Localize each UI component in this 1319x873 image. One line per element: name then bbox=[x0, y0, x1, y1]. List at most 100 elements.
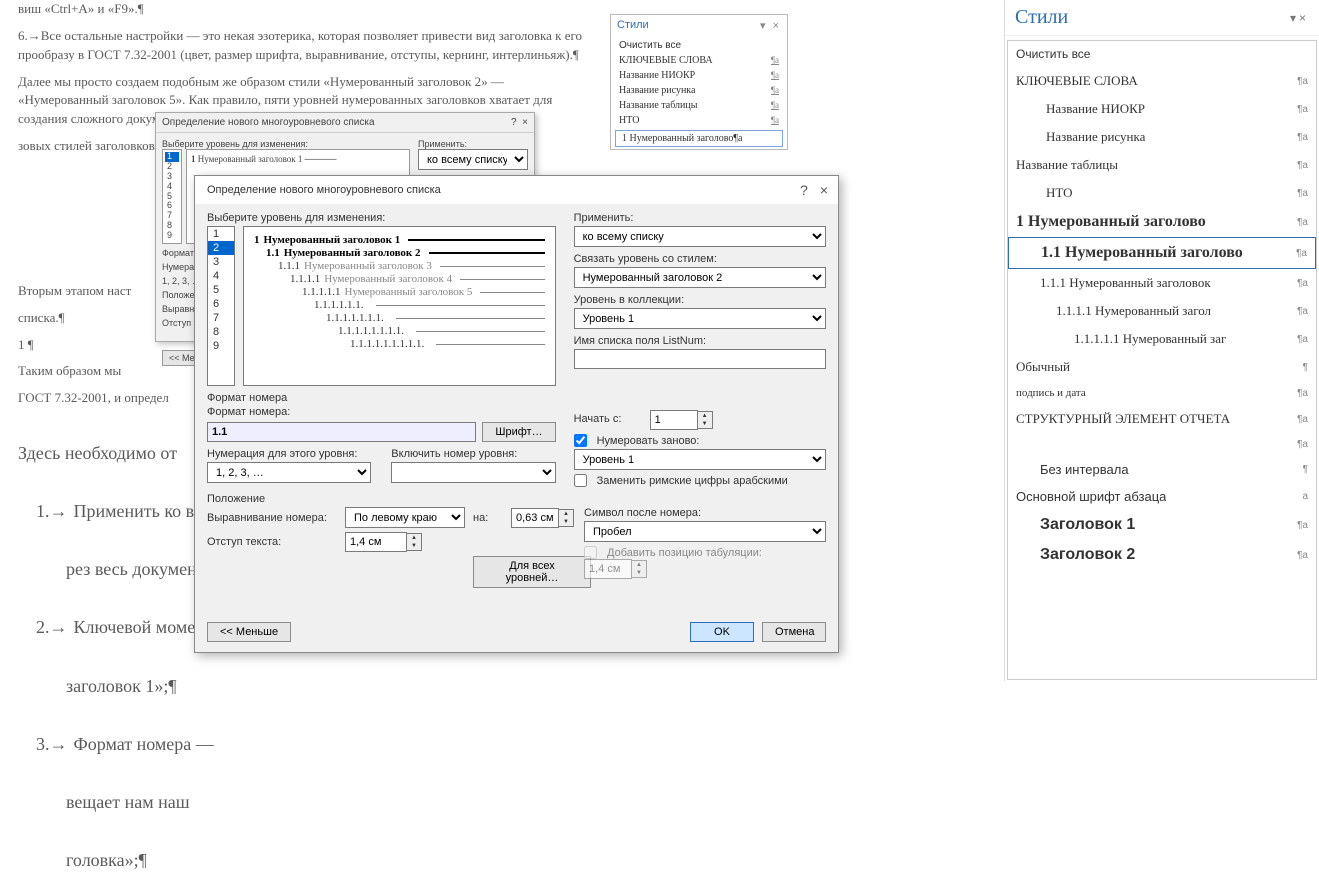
ok-button[interactable]: OK bbox=[690, 622, 754, 642]
help-icon[interactable]: ? bbox=[800, 182, 808, 198]
style-row[interactable]: Основной шрифт абзацаa bbox=[1008, 483, 1316, 510]
start-input[interactable] bbox=[650, 410, 698, 430]
level-option[interactable]: 9 bbox=[208, 339, 234, 353]
apply-label: Применить: bbox=[574, 212, 826, 224]
restart-label: Нумеровать заново: bbox=[597, 435, 700, 447]
level-option[interactable]: 8 bbox=[208, 325, 234, 339]
doc-list-item: Формат номера — bbox=[36, 731, 582, 757]
styles-pane: Стили ▾× Очистить все КЛЮЧЕВЫЕ СЛОВА¶aНа… bbox=[1004, 0, 1319, 681]
mini-style-item[interactable]: Название НИОКР¶a bbox=[613, 68, 785, 83]
style-row[interactable]: 1.1 Нумерованный заголово¶a bbox=[1008, 237, 1316, 269]
level-option[interactable]: 2 bbox=[208, 241, 234, 255]
mini-style-selected[interactable]: 1 Нумерованный заголово¶a bbox=[615, 130, 783, 147]
multilevel-list-dialog: Определение нового многоуровневого списк… bbox=[194, 175, 839, 653]
style-row[interactable]: Название НИОКР¶a bbox=[1008, 95, 1316, 123]
spin-down-icon[interactable]: ▼ bbox=[559, 518, 573, 526]
format-group-title: Формат номера bbox=[207, 392, 826, 404]
collection-label: Уровень в коллекции: bbox=[574, 294, 826, 306]
spin-up-icon[interactable]: ▲ bbox=[559, 510, 573, 518]
back-select-label: Выберите уровень для изменения: bbox=[162, 139, 410, 149]
follow-select[interactable]: Пробел bbox=[584, 521, 826, 542]
indent-input[interactable] bbox=[345, 532, 407, 552]
level-option[interactable]: 7 bbox=[208, 311, 234, 325]
indent-label: Отступ текста: bbox=[207, 536, 337, 548]
level-listbox[interactable]: 123456789 bbox=[207, 226, 235, 386]
clear-all-link[interactable]: Очистить все bbox=[1008, 41, 1316, 67]
mini-styles-panel: Стили ▾ × Очистить все КЛЮЧЕВЫЕ СЛОВА¶a … bbox=[610, 14, 788, 150]
all-levels-button[interactable]: Для всех уровней… bbox=[473, 556, 591, 588]
mini-styles-title: Стили bbox=[617, 19, 649, 32]
close-icon[interactable]: × bbox=[820, 182, 828, 198]
preview-row: 1 Нумерованный заголовок 1 bbox=[254, 234, 545, 246]
restart-checkbox[interactable] bbox=[574, 434, 587, 447]
spin-up-icon[interactable]: ▲ bbox=[407, 534, 421, 542]
style-row[interactable]: Без интервала¶ bbox=[1008, 456, 1316, 483]
style-row[interactable]: Обычный¶ bbox=[1008, 353, 1316, 381]
restart-select[interactable]: Уровень 1 bbox=[574, 449, 826, 470]
doc-line: 6.→Все остальные настройки — это некая э… bbox=[18, 27, 582, 65]
preview-row: 1.1.1 Нумерованный заголовок 3 bbox=[254, 260, 545, 272]
at-input[interactable] bbox=[511, 508, 559, 528]
spin-down-icon[interactable]: ▼ bbox=[698, 420, 712, 428]
style-row[interactable]: Название рисунка¶a bbox=[1008, 123, 1316, 151]
doc-line: виш «Ctrl+A» и «F9».¶ bbox=[18, 0, 582, 19]
align-label: Выравнивание номера: bbox=[207, 512, 337, 524]
position-group-title: Положение bbox=[207, 493, 826, 505]
select-level-label: Выберите уровень для изменения: bbox=[207, 212, 556, 224]
cancel-button[interactable]: Отмена bbox=[762, 622, 826, 642]
style-row[interactable]: ¶a bbox=[1008, 433, 1316, 456]
level-option[interactable]: 4 bbox=[208, 269, 234, 283]
style-row[interactable]: 1 Нумерованный заголово¶a bbox=[1008, 207, 1316, 237]
dropdown-icon[interactable]: ▾ bbox=[1290, 11, 1299, 25]
tab-input bbox=[584, 559, 632, 579]
start-label: Начать с: bbox=[574, 413, 644, 425]
back-apply-select[interactable]: ко всему списку bbox=[418, 149, 528, 170]
close-icon[interactable]: × bbox=[773, 20, 781, 32]
numstyle-select[interactable]: 1, 2, 3, … bbox=[207, 462, 371, 483]
style-row[interactable]: Заголовок 2¶a bbox=[1008, 540, 1316, 570]
tab-checkbox bbox=[584, 546, 597, 559]
tab-label: Добавить позицию табуляции: bbox=[607, 547, 762, 559]
back-level-list[interactable]: 123456789 bbox=[162, 149, 182, 244]
level-option[interactable]: 6 bbox=[208, 297, 234, 311]
link-style-select[interactable]: Нумерованный заголовок 2 bbox=[574, 267, 826, 288]
mini-style-item[interactable]: КЛЮЧЕВЫЕ СЛОВА¶a bbox=[613, 53, 785, 68]
close-icon[interactable]: × bbox=[522, 117, 528, 128]
clear-all-link[interactable]: Очистить все bbox=[613, 38, 785, 53]
listnum-input[interactable] bbox=[574, 349, 826, 369]
apply-select[interactable]: ко всему списку bbox=[574, 226, 826, 247]
style-row[interactable]: 1.1.1.1 Нумерованный загол¶a bbox=[1008, 297, 1316, 325]
style-row[interactable]: НТО¶a bbox=[1008, 179, 1316, 207]
level-option[interactable]: 5 bbox=[208, 283, 234, 297]
format-input[interactable] bbox=[207, 422, 476, 442]
help-icon[interactable]: ? bbox=[511, 117, 517, 128]
style-row[interactable]: подпись и дата¶a bbox=[1008, 381, 1316, 405]
style-row[interactable]: 1.1.1.1.1 Нумерованный заг¶a bbox=[1008, 325, 1316, 353]
font-button[interactable]: Шрифт… bbox=[482, 422, 555, 442]
preview-row: 1.1.1.1.1.1.1.1.1. bbox=[254, 338, 545, 350]
less-button[interactable]: << Меньше bbox=[207, 622, 291, 642]
close-icon[interactable]: × bbox=[1299, 11, 1309, 25]
mini-style-item[interactable]: Название рисунка¶a bbox=[613, 83, 785, 98]
level-option[interactable]: 1 bbox=[208, 227, 234, 241]
spin-up-icon[interactable]: ▲ bbox=[698, 412, 712, 420]
style-row[interactable]: 1.1.1 Нумерованный заголовок¶a bbox=[1008, 269, 1316, 297]
level-option[interactable]: 3 bbox=[208, 255, 234, 269]
style-row[interactable]: КЛЮЧЕВЫЕ СЛОВА¶a bbox=[1008, 67, 1316, 95]
preview-row: 1.1.1.1.1.1.1. bbox=[254, 312, 545, 324]
align-select[interactable]: По левому краю bbox=[345, 507, 465, 528]
preview-row: 1.1 Нумерованный заголовок 2 bbox=[254, 247, 545, 259]
collection-select[interactable]: Уровень 1 bbox=[574, 308, 826, 329]
styles-pane-title: Стили bbox=[1015, 6, 1068, 29]
mini-style-item[interactable]: Название таблицы¶a bbox=[613, 98, 785, 113]
format-label: Формат номера: bbox=[207, 406, 556, 418]
include-select[interactable] bbox=[391, 462, 555, 483]
mini-style-item[interactable]: НТО¶a bbox=[613, 113, 785, 128]
dropdown-icon[interactable]: ▾ bbox=[760, 20, 768, 32]
spin-down-icon[interactable]: ▼ bbox=[407, 542, 421, 550]
style-row[interactable]: Заголовок 1¶a bbox=[1008, 510, 1316, 540]
style-row[interactable]: Название таблицы¶a bbox=[1008, 151, 1316, 179]
link-style-label: Связать уровень со стилем: bbox=[574, 253, 826, 265]
roman-checkbox[interactable] bbox=[574, 474, 587, 487]
style-row[interactable]: СТРУКТУРНЫЙ ЭЛЕМЕНТ ОТЧЕТА¶a bbox=[1008, 405, 1316, 433]
